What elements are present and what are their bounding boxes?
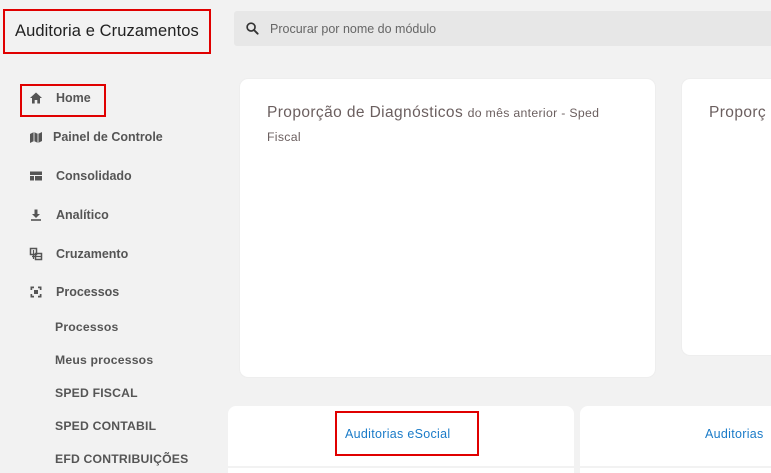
sidebar-item-consolidado[interactable]: Consolidado [28, 165, 132, 187]
app-title-text: Auditoria e Cruzamentos [15, 22, 199, 40]
card-title-main: Proporç [709, 104, 767, 121]
card-title: Proporç [709, 101, 771, 124]
search-bar[interactable] [234, 11, 771, 46]
search-input[interactable] [270, 11, 750, 46]
app-title: Auditoria e Cruzamentos [3, 9, 211, 54]
sidebar-item-label: Home [56, 91, 91, 105]
sidebar-item-label: Consolidado [56, 169, 132, 183]
sidebar-item-analitico[interactable]: Analítico [28, 204, 109, 226]
search-icon [246, 22, 259, 35]
subitem-meus-processos[interactable]: Meus processos [55, 353, 153, 367]
subitem-sped-fiscal[interactable]: SPED FISCAL [55, 386, 138, 400]
sidebar-item-label: Cruzamento [56, 247, 129, 261]
sidebar-item-painel-de-controle[interactable]: Painel de Controle [28, 126, 163, 148]
tab-auditorias-label[interactable]: Auditorias [705, 427, 764, 441]
next-row-card [228, 468, 574, 473]
second-card: Proporç [682, 79, 771, 355]
subitem-efd-contribuicoes[interactable]: EFD CONTRIBUIÇÕES [55, 452, 188, 466]
card-title-main: Proporção de Diagnósticos [267, 104, 464, 121]
download-icon [28, 207, 44, 223]
sidebar-item-processos[interactable]: Processos [28, 281, 119, 303]
consolidated-icon [28, 168, 44, 184]
subitem-sped-contabil[interactable]: SPED CONTABIL [55, 419, 156, 433]
sidebar-item-label: Analítico [56, 208, 109, 222]
card-title: Proporção de Diagnósticos do mês anterio… [267, 101, 625, 149]
tab-auditorias-esocial-label[interactable]: Auditorias eSocial [345, 427, 450, 441]
home-icon [28, 90, 44, 106]
dashboard-icon [28, 129, 44, 145]
next-row-card [580, 468, 771, 473]
diagnostics-card: Proporção de Diagnósticos do mês anterio… [240, 79, 655, 377]
sidebar-item-cruzamento[interactable]: Cruzamento [28, 243, 128, 265]
subitem-processos[interactable]: Processos [55, 320, 118, 334]
sidebar-item-label: Processos [56, 285, 120, 299]
sidebar-item-label: Painel de Controle [53, 130, 163, 144]
sidebar-item-home[interactable]: Home [28, 87, 91, 109]
processes-icon [28, 284, 44, 300]
cross-icon [28, 246, 44, 262]
